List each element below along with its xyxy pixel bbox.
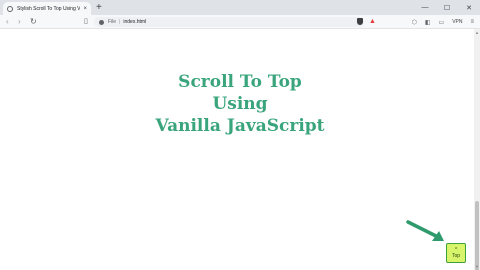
- wallet-icon[interactable]: ▭: [439, 19, 445, 26]
- browser-toolbar: ‹ › ↻ ▯ File | index.html ▲ ⬡ ◧ ▭ VPN ≡: [0, 15, 480, 29]
- page-content: [0, 29, 474, 270]
- url-text: index.html: [123, 19, 147, 25]
- vpn-button[interactable]: VPN: [452, 19, 462, 25]
- window-controls: — ☐ ✕: [414, 0, 480, 15]
- address-bar[interactable]: File | index.html: [94, 17, 364, 27]
- maximize-button[interactable]: ☐: [436, 0, 458, 15]
- heading-line: Vanilla JavaScript: [155, 116, 325, 136]
- globe-icon: [7, 5, 13, 12]
- back-button[interactable]: ‹: [6, 16, 9, 28]
- bookmark-icon[interactable]: ▯: [84, 17, 88, 25]
- scroll-down-icon[interactable]: ▼: [475, 264, 479, 269]
- shield-icon[interactable]: [357, 18, 363, 25]
- scrollbar-thumb[interactable]: [475, 201, 479, 270]
- scroll-up-icon[interactable]: ▲: [475, 30, 479, 35]
- page-heading: Scroll To Top Using Vanilla JavaScript: [0, 71, 480, 137]
- toolbar-right: ⬡ ◧ ▭ VPN ≡: [404, 17, 474, 27]
- heading-line: Using: [212, 94, 268, 114]
- tab-strip: Stylish Scroll To Top Using Vanill × + —…: [0, 0, 480, 15]
- reload-button[interactable]: ↻: [30, 16, 37, 28]
- extensions-icon[interactable]: ⬡: [412, 19, 417, 26]
- tab-close-icon[interactable]: ×: [83, 6, 87, 12]
- browser-tab[interactable]: Stylish Scroll To Top Using Vanill ×: [3, 2, 91, 15]
- sidebar-icon[interactable]: ◧: [425, 19, 431, 26]
- scrollbar[interactable]: ▲ ▼: [474, 29, 480, 270]
- top-button-label: Top: [451, 252, 461, 259]
- new-tab-button[interactable]: +: [96, 3, 102, 13]
- info-icon[interactable]: [99, 19, 104, 25]
- arrow-pointer-icon: [406, 220, 444, 241]
- close-window-button[interactable]: ✕: [458, 0, 480, 15]
- warning-icon[interactable]: ▲: [369, 17, 376, 26]
- forward-button[interactable]: ›: [18, 16, 21, 28]
- menu-icon[interactable]: ≡: [470, 19, 474, 25]
- tab-title: Stylish Scroll To Top Using Vanill: [17, 5, 81, 12]
- minimize-button[interactable]: —: [414, 0, 436, 15]
- heading-line: Scroll To Top: [178, 72, 302, 92]
- url-separator: |: [119, 19, 121, 25]
- url-scheme: File: [108, 19, 117, 25]
- scroll-to-top-button[interactable]: ^ Top: [446, 243, 466, 263]
